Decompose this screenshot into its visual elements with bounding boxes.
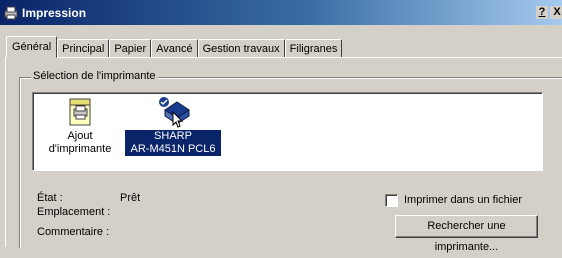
find-printer-button[interactable]: Rechercher une imprimante... — [395, 215, 538, 253]
printer-icon — [159, 97, 190, 128]
add-printer-label-2: d'imprimante — [48, 143, 112, 155]
comment-label: Commentaire : — [37, 226, 110, 238]
printer-icon — [4, 6, 18, 19]
state-label: État : — [37, 192, 63, 204]
print-to-file-checkbox[interactable] — [385, 194, 398, 207]
tab-papier[interactable]: Papier — [109, 39, 152, 58]
sharp-printer-label-1: SHARP — [125, 130, 221, 143]
add-printer-icon — [69, 98, 91, 126]
sharp-printer-item[interactable]: SHARP AR-M451N PCL6 — [125, 96, 221, 156]
help-button[interactable]: ? — [536, 6, 548, 19]
print-to-file-label[interactable]: Imprimer dans un fichier — [404, 194, 522, 206]
title-bar: Impression — [0, 0, 562, 25]
state-value: Prêt — [120, 192, 141, 204]
window-title: Impression — [22, 5, 87, 20]
tab-filigranes[interactable]: Filigranes — [284, 39, 343, 58]
location-label: Emplacement : — [37, 206, 111, 218]
add-printer-label-1: Ajout — [67, 130, 93, 142]
tab-principal[interactable]: Principal — [57, 39, 110, 58]
sharp-printer-label-2: AR-M451N PCL6 — [125, 143, 221, 156]
add-printer-item[interactable]: Ajout d'imprimante — [45, 96, 115, 156]
printer-selection-label: Sélection de l'imprimante — [31, 70, 158, 82]
tab-general[interactable]: Général — [6, 36, 58, 58]
close-button[interactable]: X — [550, 6, 562, 19]
tab-gestion-travaux[interactable]: Gestion travaux — [197, 39, 285, 58]
tab-strip: Général Principal Papier Avancé Gestion … — [6, 36, 343, 58]
tab-avance[interactable]: Avancé — [151, 39, 198, 58]
